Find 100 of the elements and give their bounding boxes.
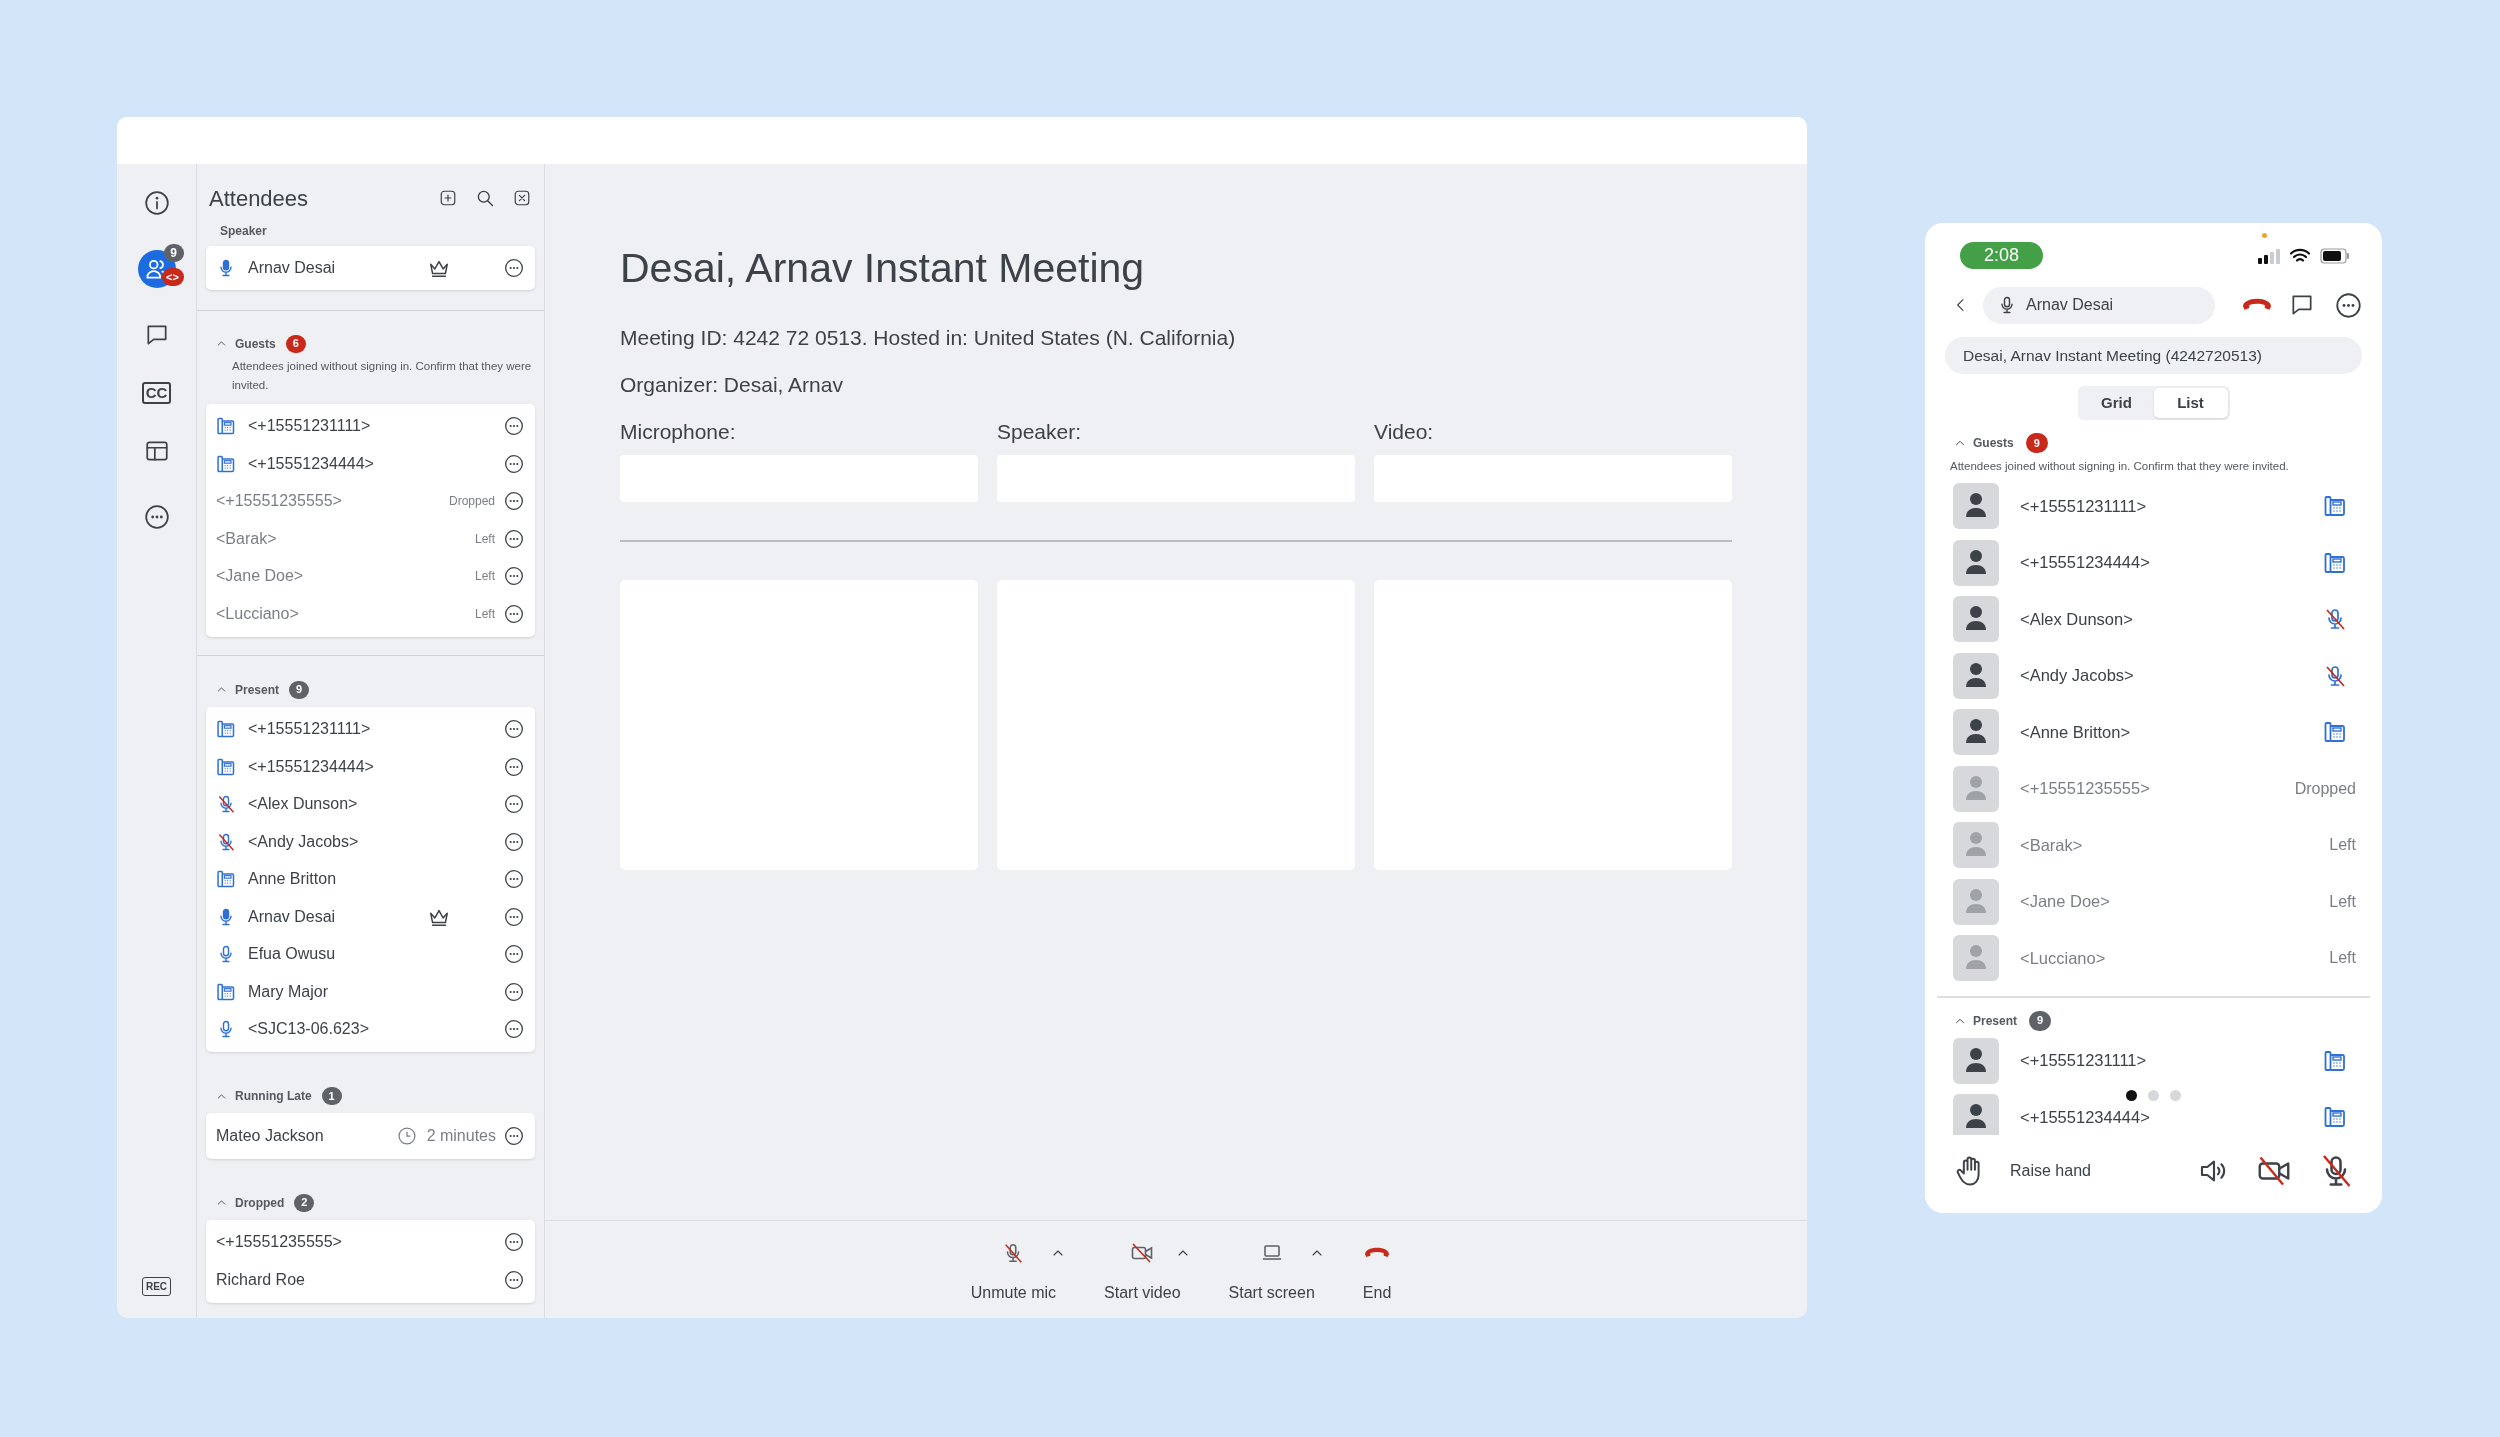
attendee-name: <+15551234444> xyxy=(2020,552,2150,574)
chat-icon[interactable] xyxy=(2289,292,2315,318)
status-text: Left xyxy=(475,605,495,623)
muted-mic-icon xyxy=(1002,1242,1025,1264)
more-icon[interactable] xyxy=(504,1269,524,1290)
muted-mic-icon xyxy=(216,794,236,815)
more-icon[interactable] xyxy=(504,257,524,278)
wifi-icon xyxy=(2290,247,2310,264)
attendee-name: <Barak> xyxy=(216,528,277,549)
device-label: Video: xyxy=(1374,419,1435,445)
record-button[interactable]: REC xyxy=(141,1277,172,1296)
more-icon[interactable] xyxy=(504,603,524,624)
section-title: Dropped xyxy=(235,1194,285,1212)
avatar xyxy=(1953,539,1999,586)
attendee-name: <Jane Doe> xyxy=(2020,891,2110,913)
attendee-name: Mateo Jackson xyxy=(216,1125,324,1146)
attendee-name: <+15551234444> xyxy=(248,453,374,474)
section-label: Speaker xyxy=(220,223,268,240)
attendee-name: <+15551235555> xyxy=(216,491,342,512)
attendee-name: <SJC13-06.623> xyxy=(248,1019,369,1040)
attendee-name: <Andy Jacobs> xyxy=(248,831,359,852)
attendee-name: <Anne Britton> xyxy=(2020,721,2131,743)
section-title: Guests xyxy=(235,335,276,353)
raise-hand-button[interactable]: Raise hand xyxy=(1955,1155,2091,1187)
more-icon[interactable] xyxy=(504,906,524,927)
section-title: Guests xyxy=(1973,435,2014,452)
muted-mic-icon xyxy=(2323,607,2347,632)
toolbar-button[interactable]: Unmute mic xyxy=(966,1241,1061,1305)
device-label: Microphone: xyxy=(620,419,737,445)
toolbar-button[interactable]: End xyxy=(1358,1241,1396,1305)
status-text: Left xyxy=(2329,948,2356,969)
avatar xyxy=(1953,1037,1999,1084)
desk-phone-icon xyxy=(216,416,236,437)
count-badge: 9 xyxy=(2025,433,2048,453)
attendee-name: Arnav Desai xyxy=(248,257,336,278)
desk-phone-icon xyxy=(2323,550,2347,575)
attendee-name: <Andy Jacobs> xyxy=(2020,665,2134,687)
view-tab[interactable]: Grid xyxy=(2079,388,2154,418)
attendee-name: Arnav Desai xyxy=(248,906,336,927)
desk-phone-icon xyxy=(216,981,236,1002)
more-icon[interactable] xyxy=(504,756,524,777)
speaker-pill[interactable]: Arnav Desai xyxy=(1983,286,2215,324)
section-title: Present xyxy=(235,681,280,699)
more-icon[interactable] xyxy=(504,416,524,437)
more-icon[interactable] xyxy=(504,1125,524,1146)
status-text: Left xyxy=(2329,835,2356,856)
add-icon[interactable] xyxy=(439,189,457,207)
guest-note: Attendees joined without signing in. Confirm that they were invited. xyxy=(1950,459,2290,474)
toolbar-button[interactable]: Start video xyxy=(1100,1241,1185,1305)
attendee-name: <+15551231111> xyxy=(2020,495,2147,517)
attendee-name: Richard Roe xyxy=(216,1269,305,1290)
attendee-name: <Alex Dunson> xyxy=(2020,608,2133,630)
count-badge: 1 xyxy=(321,1087,342,1105)
more-icon[interactable] xyxy=(504,981,524,1002)
more-icon[interactable] xyxy=(504,453,524,474)
hang-up-icon[interactable] xyxy=(2243,298,2271,312)
late-time: 2 minutes xyxy=(426,1125,496,1146)
attendee-name: Efua Owusu xyxy=(248,944,336,965)
layout-icon xyxy=(143,438,170,464)
more-icon xyxy=(143,504,170,530)
battery-icon xyxy=(2320,247,2350,264)
desk-phone-icon xyxy=(2323,494,2347,519)
avatar xyxy=(1953,935,1999,982)
meeting-details: Meeting ID: 4242 72 0513. Hosted in: United States (N. California) xyxy=(620,325,1237,351)
device-label: Speaker: xyxy=(997,419,1083,445)
search-icon[interactable] xyxy=(475,188,495,208)
more-icon[interactable] xyxy=(504,528,524,549)
count-badge: 9 xyxy=(2029,1010,2052,1031)
avatar xyxy=(1953,652,1999,699)
hang-up-icon xyxy=(1365,1247,1390,1259)
more-icon[interactable] xyxy=(504,719,524,740)
more-icon[interactable] xyxy=(504,944,524,965)
organizer-text: Organizer: Desai, Arnav xyxy=(620,372,844,398)
attendee-name: Mary Major xyxy=(248,981,328,1002)
attendee-name: <+15551235555> xyxy=(216,1232,342,1253)
more-icon[interactable] xyxy=(2335,291,2362,319)
more-icon[interactable] xyxy=(504,794,524,815)
attendee-name: <Lucciano> xyxy=(216,603,299,624)
avatar xyxy=(1953,878,1999,925)
attendee-name: <Lucciano> xyxy=(2020,947,2106,969)
avatar xyxy=(1953,596,1999,643)
more-icon[interactable] xyxy=(504,831,524,852)
toolbar-button[interactable]: Start screen xyxy=(1224,1241,1319,1305)
more-icon[interactable] xyxy=(504,566,524,587)
more-icon[interactable] xyxy=(504,1232,524,1253)
more-icon[interactable] xyxy=(504,1019,524,1040)
count-badge: 6 xyxy=(285,334,306,353)
more-icon[interactable] xyxy=(504,869,524,890)
desk-phone-icon xyxy=(2323,720,2347,745)
info-icon xyxy=(143,190,170,216)
attendee-name: <Barak> xyxy=(2020,834,2083,856)
avatar xyxy=(1953,822,1999,869)
muted-mic-icon xyxy=(216,831,236,852)
more-icon[interactable] xyxy=(504,491,524,512)
close-icon[interactable] xyxy=(513,189,531,207)
desk-phone-icon xyxy=(2323,1105,2347,1130)
view-tab[interactable]: List xyxy=(2153,388,2228,418)
attendee-name: Anne Britton xyxy=(248,869,337,890)
captions-button[interactable]: CC xyxy=(141,382,172,404)
status-text: Dropped xyxy=(2294,778,2356,799)
